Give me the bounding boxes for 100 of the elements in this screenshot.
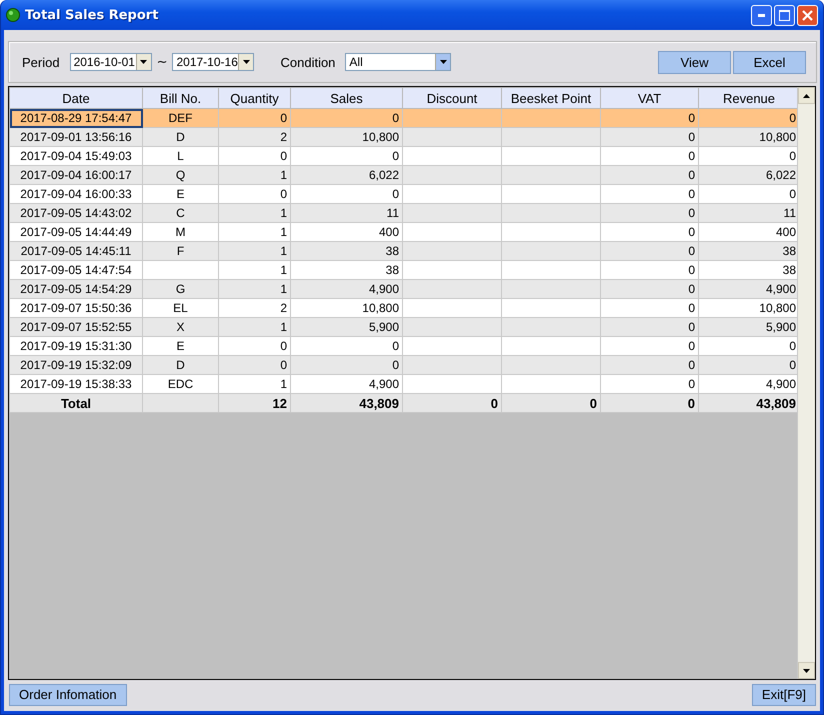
- total-cell: 12: [272, 396, 287, 410]
- table-cell: 38: [782, 244, 796, 258]
- table-cell: 2017-09-19 15:32:09: [20, 358, 132, 372]
- table-cell: 38: [386, 244, 399, 258]
- table-row[interactable]: 2017-09-07 15:52:55 X 1 5,900 0 5,900: [10, 318, 797, 336]
- table-row[interactable]: 2017-09-04 16:00:17 Q 1 6,022 0 6,022: [10, 166, 797, 184]
- table-cell: 2017-09-05 14:47:54: [20, 263, 132, 277]
- table-cell: 0: [688, 187, 695, 201]
- table-row[interactable]: 2017-09-04 16:00:33 E 0 0 0 0: [10, 184, 797, 204]
- table-cell: 2017-09-04 16:00:17: [20, 168, 132, 182]
- table-cell: 0: [688, 130, 695, 144]
- table-cell: 0: [688, 168, 695, 182]
- table-cell: 2017-09-07 15:52:55: [20, 320, 132, 334]
- maximize-button[interactable]: [774, 4, 795, 26]
- table-cell: 0: [688, 244, 695, 258]
- column-header[interactable]: Bill No.: [142, 88, 218, 108]
- scroll-up-button[interactable]: [798, 87, 815, 104]
- table-cell: 1: [280, 377, 287, 391]
- table-cell: 2017-08-29 17:54:47: [20, 111, 132, 125]
- table-cell: 2017-09-05 14:43:02: [20, 206, 132, 220]
- table-cell: 2017-09-05 14:45:11: [20, 244, 132, 258]
- table-cell: 400: [776, 225, 796, 239]
- table-row[interactable]: 2017-09-19 15:32:09 D 0 0 0 0: [10, 356, 797, 374]
- table-cell: 0: [688, 377, 695, 391]
- table-row[interactable]: 2017-09-05 14:43:02 C 1 11 0 11: [10, 204, 797, 222]
- table-cell: 0: [789, 149, 796, 163]
- table-cell: 2017-09-07 15:50:36: [20, 301, 132, 315]
- table-cell: 0: [688, 263, 695, 277]
- excel-button[interactable]: Excel: [733, 50, 806, 74]
- table-row[interactable]: 2017-09-01 13:56:16 D 2 10,800 0 10,800: [10, 128, 797, 146]
- table-cell: 0: [280, 111, 287, 125]
- table-cell: 0: [392, 111, 399, 125]
- table-cell: 0: [688, 339, 695, 353]
- scroll-down-button[interactable]: [798, 662, 815, 679]
- window-title: Total Sales Report: [25, 8, 158, 22]
- table-cell: 1: [280, 282, 287, 296]
- column-header[interactable]: Beesket Point: [502, 88, 600, 108]
- table-row[interactable]: 2017-09-05 14:54:29 G 1 4,900 0 4,900: [10, 280, 797, 298]
- table-cell: 2017-09-01 13:56:16: [20, 130, 132, 144]
- table-cell: EL: [173, 301, 188, 315]
- condition-dropdown[interactable]: All: [345, 53, 452, 71]
- table-row[interactable]: 2017-09-07 15:50:36 EL 2 10,800 0 10,800: [10, 298, 797, 318]
- column-header[interactable]: VAT: [600, 88, 698, 108]
- table-cell: C: [176, 206, 185, 220]
- close-icon: [802, 10, 813, 20]
- table-cell: 1: [280, 244, 287, 258]
- table-cell: 6,022: [766, 168, 796, 182]
- table-row[interactable]: 2017-09-05 14:47:54 1 38 0 38: [10, 260, 797, 280]
- table-cell: G: [176, 282, 186, 296]
- table-cell: M: [176, 225, 186, 239]
- table-cell: 0: [688, 320, 695, 334]
- table-row[interactable]: 2017-09-05 14:44:49 M 1 400 0 400: [10, 222, 797, 242]
- table-cell: 11: [386, 206, 399, 220]
- table-cell: 0: [789, 339, 796, 353]
- table-cell: 0: [789, 358, 796, 372]
- total-cell: 0: [590, 396, 597, 410]
- table-cell: 1: [280, 320, 287, 334]
- table-cell: Q: [176, 168, 186, 182]
- close-button[interactable]: [797, 4, 818, 26]
- table-cell: 0: [392, 339, 399, 353]
- minimize-button[interactable]: [751, 4, 772, 26]
- table-cell: 0: [280, 149, 287, 163]
- table-row[interactable]: 2017-09-04 15:49:03 L 0 0 0 0: [10, 146, 797, 166]
- table-row[interactable]: 2017-08-29 17:54:47 DEF 0 0 0 0: [10, 108, 797, 128]
- order-information-button[interactable]: Order Infomation: [9, 684, 127, 706]
- date-picker[interactable]: 2017-10-16: [172, 53, 254, 71]
- table-cell: EDC: [168, 377, 194, 391]
- table-cell: 38: [386, 263, 399, 277]
- view-button[interactable]: View: [658, 50, 731, 74]
- down-arrow-icon: [803, 668, 810, 672]
- column-header[interactable]: Revenue: [698, 88, 797, 108]
- column-header[interactable]: Discount: [402, 88, 502, 108]
- table-row[interactable]: 2017-09-05 14:45:11 F 1 38 0 38: [10, 242, 797, 260]
- scrollbar[interactable]: [797, 87, 815, 679]
- table-row[interactable]: 2017-09-19 15:31:30 E 0 0 0 0: [10, 336, 797, 356]
- table-cell: 5,900: [368, 320, 399, 334]
- table-cell: 0: [688, 225, 695, 239]
- column-header[interactable]: Date: [10, 88, 142, 108]
- table-cell: 10,800: [759, 301, 796, 315]
- total-cell: 43,809: [359, 396, 399, 410]
- table-cell: 2017-09-19 15:31:30: [20, 339, 132, 353]
- table-cell: 4,900: [766, 282, 796, 296]
- column-header[interactable]: Sales: [290, 88, 402, 108]
- exit-button[interactable]: Exit[F9]: [752, 684, 816, 706]
- table-cell: 0: [688, 149, 695, 163]
- table-cell: X: [176, 320, 184, 334]
- total-label: Total: [60, 396, 92, 410]
- table-cell: 400: [378, 225, 399, 239]
- total-cell: 0: [490, 396, 498, 410]
- table-cell: 1: [280, 263, 287, 277]
- table-cell: 4,900: [368, 282, 399, 296]
- total-cell: 43,809: [756, 396, 796, 410]
- table-cell: 0: [688, 206, 695, 220]
- column-header[interactable]: Quantity: [218, 88, 290, 108]
- minimize-icon: [758, 13, 766, 17]
- date-picker[interactable]: 2016-10-01: [70, 53, 152, 71]
- table-cell: L: [177, 149, 184, 163]
- table-cell: 1: [280, 225, 287, 239]
- table-row[interactable]: 2017-09-19 15:38:33 EDC 1 4,900 0 4,900: [10, 374, 797, 394]
- table-cell: 10,800: [759, 130, 796, 144]
